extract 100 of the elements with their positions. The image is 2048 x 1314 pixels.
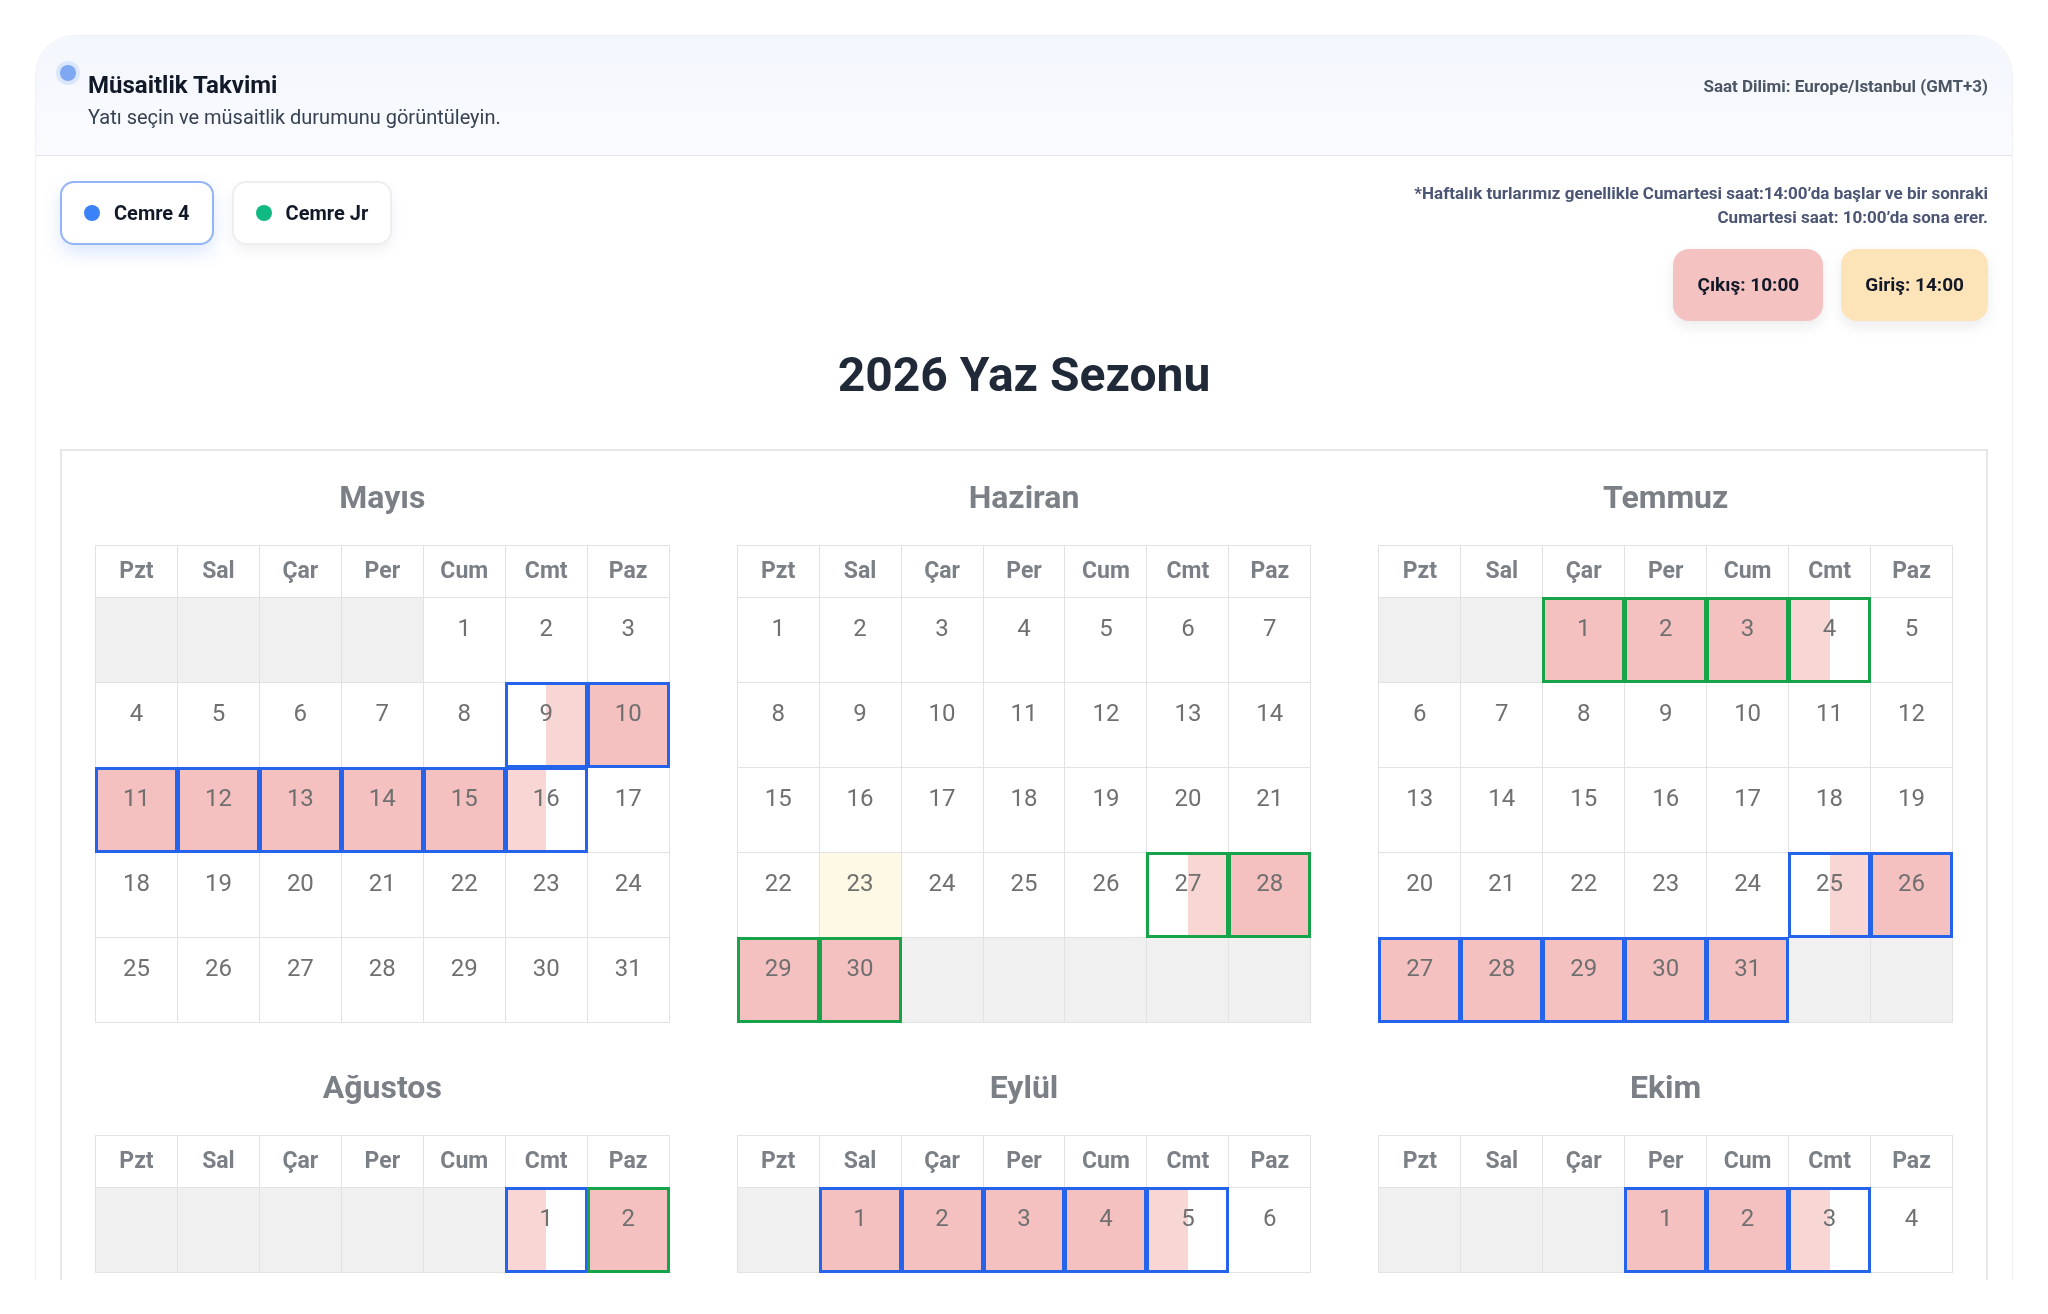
day-number: 28 — [367, 953, 397, 984]
day-number: 26 — [1091, 868, 1121, 899]
day-number: 11 — [1815, 698, 1845, 729]
day-number: 31 — [613, 953, 643, 984]
month-title: Eylül — [988, 1067, 1060, 1108]
weekday-header: Per — [1625, 546, 1708, 598]
page-subtitle: Yatı seçin ve müsaitlik durumunu görüntüleyin. — [88, 104, 501, 131]
day-number: 9 — [852, 698, 868, 729]
day-number: 19 — [1897, 783, 1926, 814]
weekday-header: Cum — [1707, 546, 1790, 598]
day-number: 1 — [852, 1203, 868, 1234]
day-number: 18 — [1815, 783, 1845, 814]
day-number: 8 — [1575, 698, 1592, 729]
day-number: 13 — [285, 783, 315, 814]
day-number: 12 — [1897, 698, 1926, 729]
day-number: 7 — [374, 698, 391, 729]
day-number: 30 — [1651, 953, 1681, 984]
day-number: 4 — [1098, 1203, 1114, 1234]
day-number: 5 — [1180, 1203, 1196, 1234]
day-number: 22 — [763, 868, 793, 899]
day-number: 1 — [456, 613, 472, 644]
day-number: 19 — [1091, 783, 1121, 814]
day-number: 16 — [531, 783, 561, 814]
day-number: 21 — [1255, 783, 1285, 814]
day-number: 4 — [1016, 613, 1032, 644]
day-number: 2 — [620, 1203, 636, 1234]
day-number: 17 — [927, 783, 957, 814]
day-number: 11 — [121, 783, 151, 814]
day-number: 1 — [1657, 1203, 1674, 1234]
day-number: 2 — [538, 613, 554, 644]
legend-badge: Çıkış: 10:00 — [1673, 249, 1824, 321]
tour-note: *Haftalık turlarımız genellikle Cumartesi saat:14:00’da başlar ve bir sonraki — [1414, 182, 1988, 205]
day-number: 20 — [1173, 783, 1203, 814]
page-title: Müsaitlik Takvimi — [88, 70, 279, 100]
day-number: 18 — [121, 868, 151, 899]
yacht-tab[interactable]: Cemre 4 — [60, 181, 214, 245]
weekday-header: Per — [983, 1136, 1066, 1188]
day-number: 22 — [1569, 868, 1599, 899]
day-number: 9 — [538, 698, 554, 729]
day-number: 10 — [1733, 698, 1763, 729]
day-number: 25 — [1009, 868, 1039, 899]
month-title: Temmuz — [1602, 477, 1730, 518]
day-number: 6 — [1412, 698, 1428, 729]
tour-note: Cumartesi saat: 10:00’da sona erer. — [1717, 206, 1988, 229]
day-number: 30 — [531, 953, 561, 984]
day-number: 4 — [1903, 1203, 1920, 1234]
weekday-header: Cum — [1707, 1136, 1790, 1188]
day-number: 2 — [934, 1203, 950, 1234]
day-number: 28 — [1255, 868, 1285, 899]
day-number: 14 — [367, 783, 397, 814]
day-number: 27 — [1405, 953, 1435, 984]
weekday-header: Cum — [1065, 1136, 1148, 1188]
day-number: 27 — [285, 953, 315, 984]
weekday-header: Cmt — [1789, 546, 1872, 598]
day-number: 23 — [845, 868, 875, 899]
day-number: 30 — [845, 953, 875, 984]
day-number: 12 — [1091, 698, 1121, 729]
day-number: 17 — [1733, 783, 1763, 814]
day-number: 14 — [1487, 783, 1517, 814]
day-number: 28 — [1487, 953, 1517, 984]
day-number: 4 — [128, 698, 145, 729]
day-number: 3 — [934, 613, 950, 644]
day-number: 26 — [1897, 868, 1926, 899]
day-number: 13 — [1405, 783, 1435, 814]
day-number: 4 — [1821, 613, 1838, 644]
day-number: 6 — [1262, 1203, 1278, 1234]
day-number: 20 — [285, 868, 315, 899]
day-number: 29 — [1569, 953, 1599, 984]
day-number: 5 — [1903, 613, 1920, 644]
yacht-tab[interactable]: Cemre Jr — [231, 181, 393, 245]
day-number: 3 — [620, 613, 636, 644]
day-number: 1 — [770, 613, 786, 644]
day-number: 21 — [367, 868, 397, 899]
day-number: 15 — [763, 783, 793, 814]
day-number: 21 — [1487, 868, 1517, 899]
timezone-label: Saat Dilimi: Europe/Istanbul (GMT+3) — [1703, 75, 1988, 98]
day-number: 20 — [1405, 868, 1435, 899]
weekday-header: Çar — [1543, 546, 1626, 598]
month-title: Mayıs — [338, 477, 427, 518]
day-number: 31 — [1733, 953, 1763, 984]
day-number: 16 — [845, 783, 875, 814]
day-number: 7 — [1262, 613, 1278, 644]
day-number: 15 — [449, 783, 479, 814]
month-title: Haziran — [967, 477, 1081, 518]
day-number: 24 — [613, 868, 643, 899]
day-number: 3 — [1016, 1203, 1032, 1234]
day-number: 5 — [210, 698, 227, 729]
day-number: 10 — [613, 698, 643, 729]
day-number: 24 — [927, 868, 957, 899]
day-number: 29 — [763, 953, 793, 984]
day-number: 3 — [1821, 1203, 1838, 1234]
day-number: 25 — [1815, 868, 1845, 899]
day-number: 27 — [1173, 868, 1203, 899]
month-title: Ağustos — [321, 1067, 443, 1108]
day-number: 14 — [1255, 698, 1285, 729]
legend-badge: Giriş: 14:00 — [1841, 249, 1988, 321]
day-number: 17 — [613, 783, 643, 814]
day-number: 2 — [1739, 1203, 1756, 1234]
weekday-header: Per — [1625, 1136, 1708, 1188]
weekday-header: Cmt — [1147, 1136, 1230, 1188]
